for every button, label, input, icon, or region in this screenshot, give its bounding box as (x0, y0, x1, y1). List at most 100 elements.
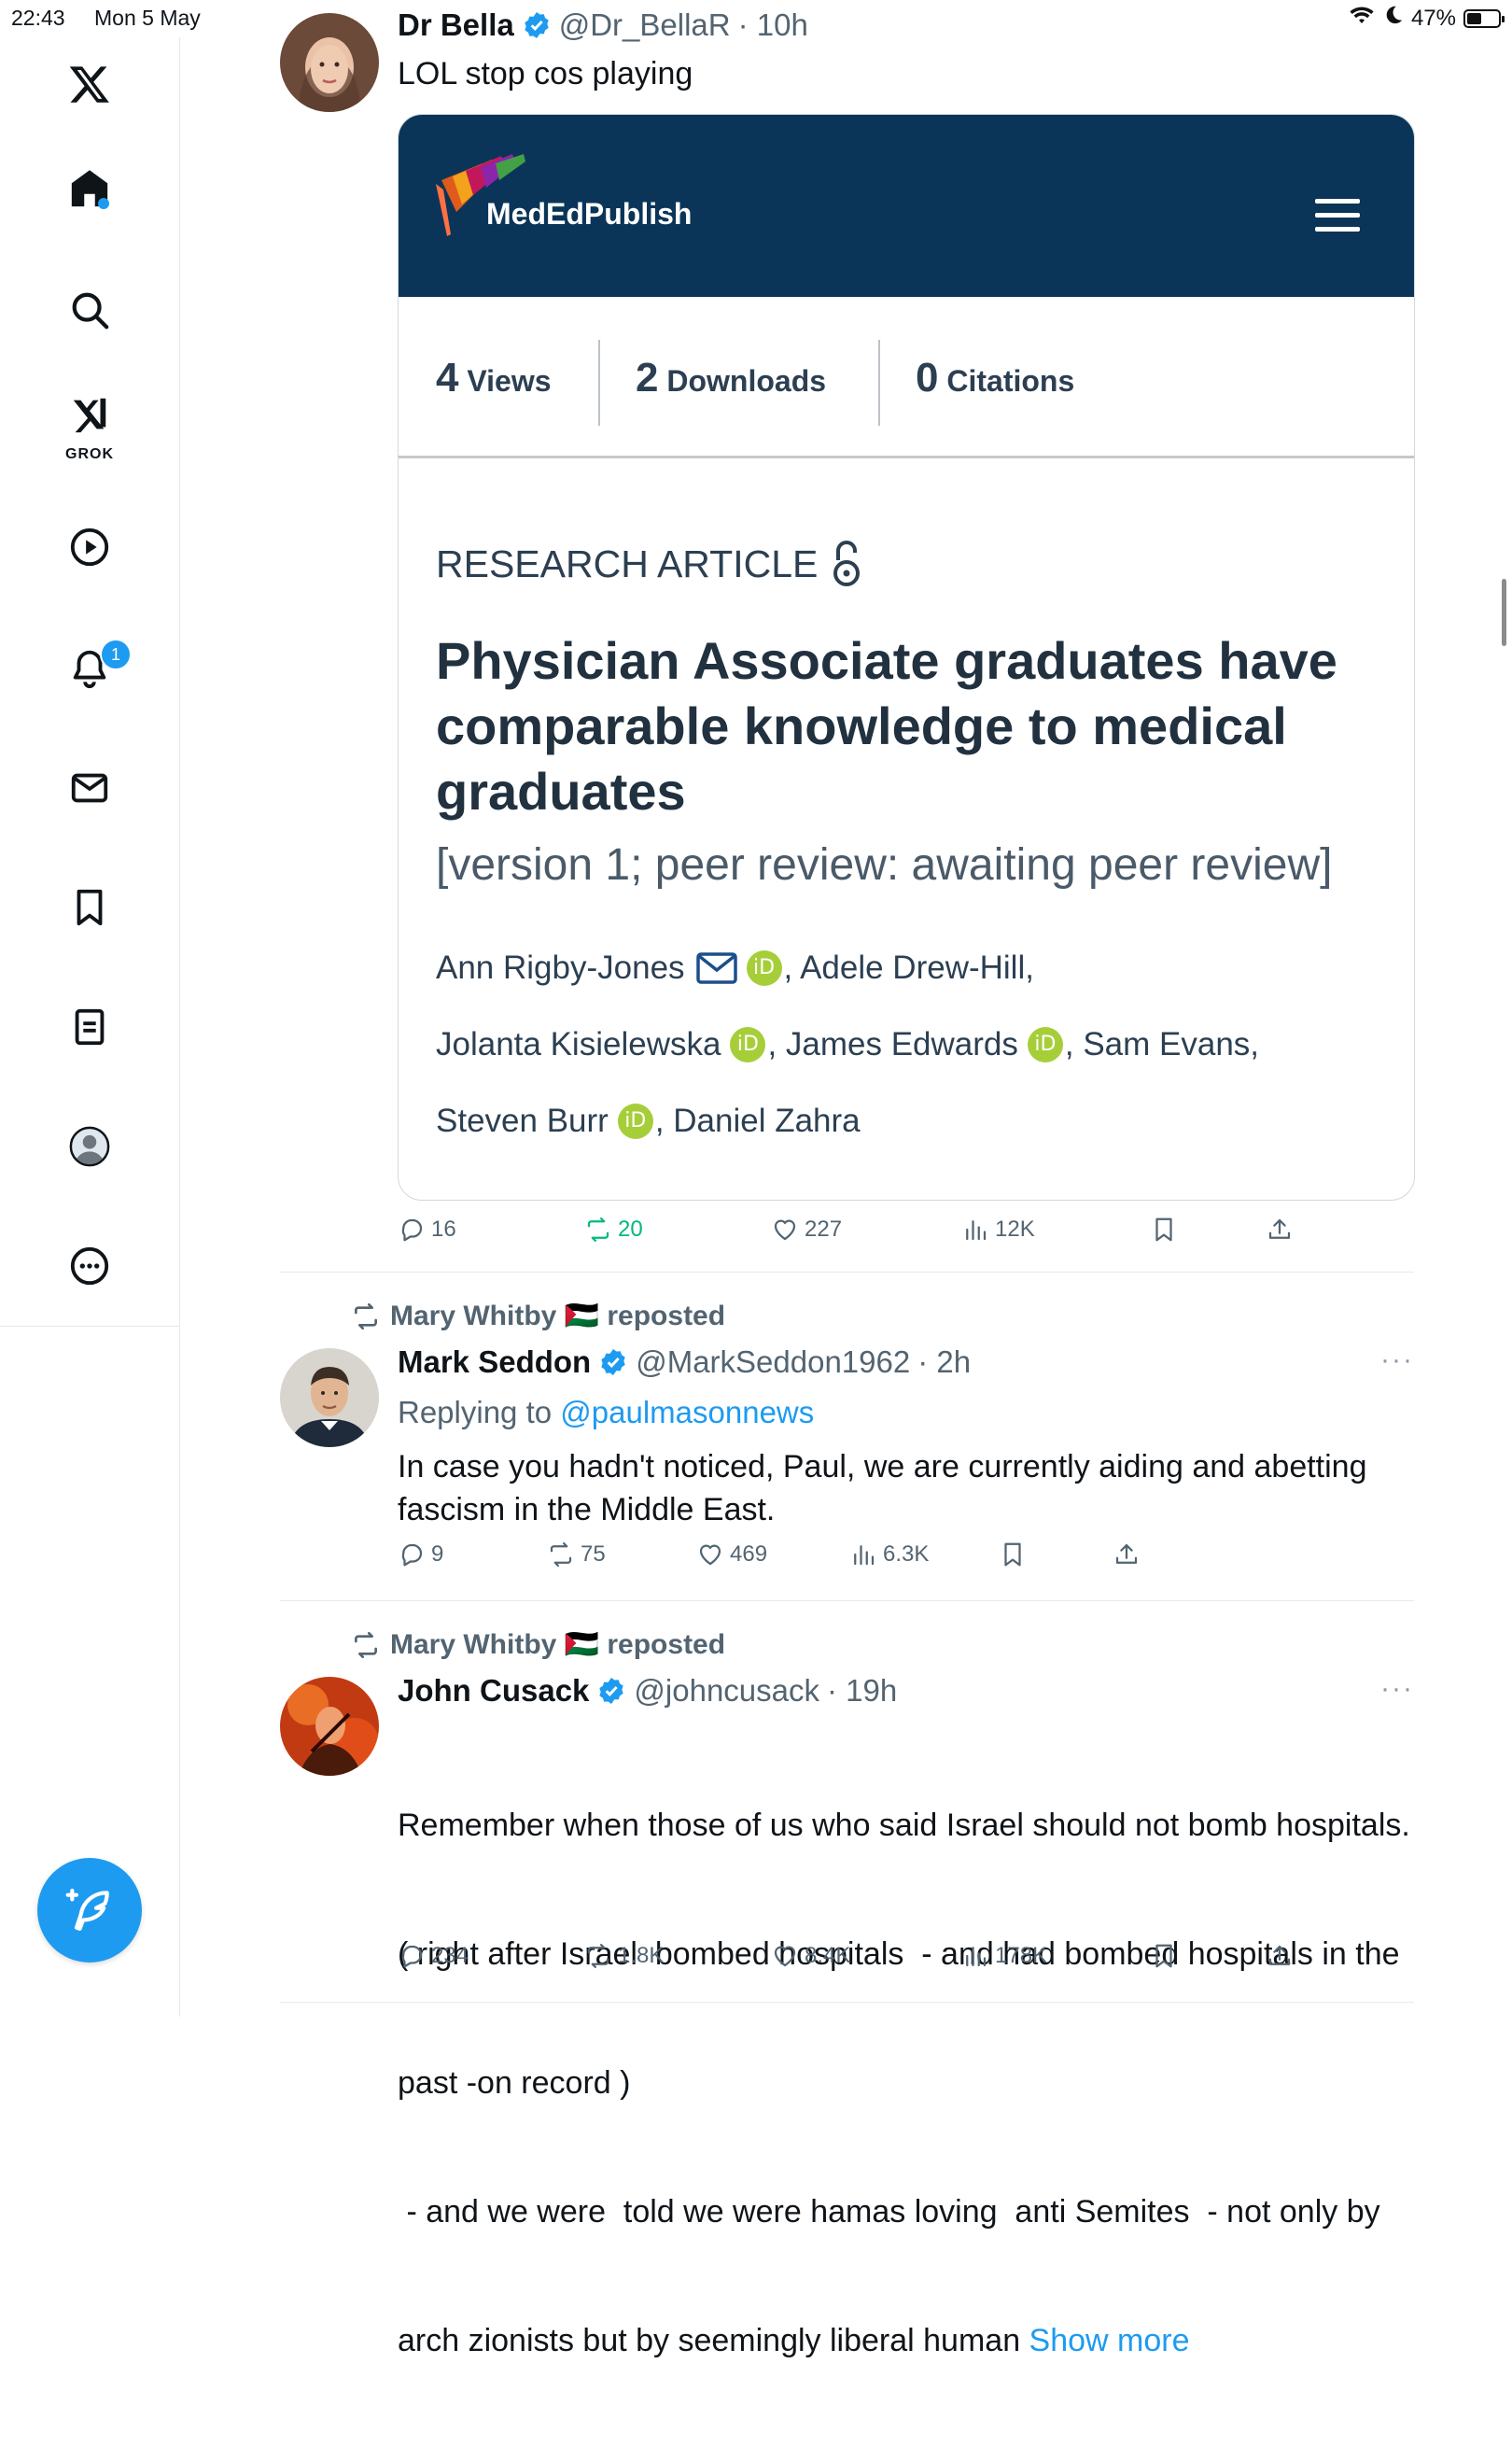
author-name: , Adele Drew-Hill, (783, 950, 1034, 986)
compose-post-button[interactable] (37, 1858, 142, 1963)
tweet-actions: 9 75 469 6.3K (398, 1541, 1331, 1578)
display-name[interactable]: John Cusack (398, 1673, 589, 1709)
bookmark-button[interactable] (1150, 1216, 1178, 1244)
show-more-link[interactable]: Show more (1029, 2323, 1190, 2358)
scrollbar[interactable] (1502, 579, 1506, 646)
avatar[interactable] (280, 1677, 379, 1776)
more-options-icon[interactable] (67, 1244, 112, 1288)
author-name: Ann Rigby-Jones (436, 950, 685, 986)
repost-indicator[interactable]: Mary Whitby 🇵🇸 reposted (351, 1300, 725, 1332)
like-count: 8.4K (805, 1943, 851, 1968)
tweet-actions: 234 1.8K 8.4K 178K (398, 1942, 1331, 1979)
tweet-text-line: past -on record ) (398, 2065, 631, 2101)
lists-icon[interactable] (67, 1005, 112, 1049)
status-date: Mon 5 May (94, 6, 201, 30)
like-button[interactable]: 469 (696, 1541, 767, 1569)
display-name[interactable]: Mark Seddon (398, 1344, 591, 1380)
avatar[interactable] (280, 13, 379, 112)
sidebar-nav: GROK 1 (0, 37, 180, 1327)
bookmark-button[interactable] (999, 1541, 1027, 1569)
tweet-text: Remember when those of us who said Israe… (398, 1718, 1415, 2448)
like-button[interactable]: 227 (771, 1216, 842, 1244)
authors-line-2: Jolanta Kisielewska iD , James Edwards i… (436, 1026, 1407, 1063)
reply-button[interactable]: 16 (398, 1216, 456, 1244)
timestamp[interactable]: · 19h (827, 1673, 897, 1709)
replying-to: Replying to @paulmasonnews (398, 1391, 1415, 1434)
views-count: 178K (995, 1943, 1048, 1968)
views-button[interactable]: 178K (961, 1942, 1047, 1970)
tweet-header: Dr Bella @Dr_BellaR · 10h (398, 7, 808, 43)
handle[interactable]: @Dr_BellaR (559, 7, 731, 43)
views-button[interactable]: 6.3K (849, 1541, 929, 1569)
metric-citations-number: 0 (916, 355, 939, 401)
tweet-john-cusack[interactable]: John Cusack @johncusack · 19h ··· Rememb… (280, 1673, 1414, 2358)
replying-handle-link[interactable]: @paulmasonnews (560, 1395, 814, 1429)
metric-views-number: 4 (436, 355, 459, 401)
metric-citations: 0 Citations (916, 355, 1074, 401)
like-count: 469 (730, 1541, 768, 1567)
reply-button[interactable]: 234 (398, 1942, 469, 1970)
views-button[interactable]: 12K (961, 1216, 1035, 1244)
handle[interactable]: @MarkSeddon1962 (636, 1344, 910, 1380)
open-access-lock-icon (833, 541, 861, 586)
messages-mail-icon[interactable] (67, 766, 112, 810)
share-button[interactable] (1113, 1541, 1141, 1569)
bookmark-button[interactable] (1150, 1942, 1178, 1970)
views-count: 12K (995, 1217, 1035, 1242)
article-type: RESEARCH ARTICLE (436, 540, 862, 588)
repost-icon (587, 1944, 609, 1968)
repost-button[interactable]: 75 (547, 1541, 606, 1569)
views-count: 6.3K (883, 1541, 930, 1567)
battery-level (1467, 12, 1482, 24)
share-icon (1268, 1218, 1291, 1239)
metric-separator (598, 340, 600, 426)
tweet-text-line: - and we were told we were hamas loving … (398, 2194, 1380, 2230)
metric-views: 4 Views (436, 355, 552, 401)
share-button[interactable] (1266, 1216, 1294, 1244)
views-chart-icon (966, 1947, 987, 1967)
bookmarks-icon[interactable] (67, 885, 112, 930)
heart-icon (699, 1544, 721, 1566)
profile-avatar-icon[interactable] (67, 1124, 112, 1169)
mail-icon (695, 952, 737, 984)
compose-feather-icon (65, 1888, 109, 1931)
authors-line-1: Ann Rigby-Jones iD , Adele Drew-Hill, (436, 950, 1407, 987)
repost-indicator[interactable]: Mary Whitby 🇵🇸 reposted (351, 1628, 725, 1661)
search-icon[interactable] (67, 288, 112, 332)
orcid-icon: iD (617, 1104, 653, 1139)
video-play-icon[interactable] (67, 525, 112, 570)
repost-icon (587, 1217, 609, 1242)
share-icon (1115, 1543, 1138, 1564)
grok-icon[interactable] (67, 392, 112, 437)
reply-button[interactable]: 9 (398, 1541, 443, 1569)
repost-button[interactable]: 1.8K (584, 1942, 664, 1970)
orcid-icon: iD (1027, 1027, 1063, 1062)
author-name: , James Edwards (767, 1026, 1018, 1062)
grok-label: GROK (65, 446, 114, 462)
metric-views-label: Views (467, 364, 552, 398)
display-name[interactable]: Dr Bella (398, 7, 514, 43)
timestamp[interactable]: · 10h (738, 7, 808, 43)
reply-count: 234 (431, 1943, 469, 1968)
verified-badge-icon (525, 12, 549, 38)
handle[interactable]: @johncusack (634, 1673, 819, 1709)
embedded-article-image[interactable]: MedEdPublish 4 Views 2 Downloads 0 Citat… (398, 114, 1415, 1201)
repost-icon (355, 1302, 377, 1330)
article-type-label: RESEARCH ARTICLE (436, 542, 819, 585)
x-logo-icon[interactable] (67, 62, 112, 106)
tweet-header: John Cusack @johncusack · 19h (398, 1673, 897, 1709)
reply-count: 9 (431, 1541, 444, 1567)
author-name: Steven Burr (436, 1103, 609, 1139)
avatar[interactable] (280, 1348, 379, 1447)
share-button[interactable] (1266, 1942, 1294, 1970)
home-unread-dot (98, 198, 109, 209)
more-options-button[interactable]: ··· (1380, 1344, 1414, 1376)
reply-icon (401, 1218, 423, 1242)
author-name: , Daniel Zahra (654, 1103, 861, 1139)
card-brand: MedEdPublish (486, 197, 693, 231)
repost-button[interactable]: 20 (584, 1216, 643, 1244)
more-options-button[interactable]: ··· (1380, 1673, 1414, 1705)
like-button[interactable]: 8.4K (771, 1942, 850, 1970)
timestamp[interactable]: · 2h (917, 1344, 971, 1380)
tweet-text-line: arch zionists but by seemingly liberal h… (398, 2319, 1415, 2362)
